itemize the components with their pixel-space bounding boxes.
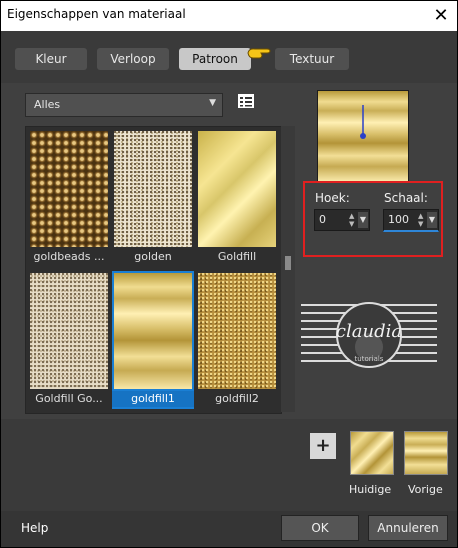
pattern-thumbnail <box>30 131 108 247</box>
dialog-window: Eigenschappen van materiaal ✕ Kleur Verl… <box>0 0 458 548</box>
chevron-down-icon: ▼ <box>209 98 216 108</box>
category-value: Alles <box>34 98 61 111</box>
angle-indicator-icon <box>360 105 366 139</box>
pattern-label: goldfill2 <box>215 392 259 405</box>
pattern-thumbnail <box>198 131 276 247</box>
scale-label: Schaal: <box>384 191 428 205</box>
pattern-item-goldfill2[interactable]: goldfill2 <box>196 271 278 409</box>
tab-kleur[interactable]: Kleur <box>15 48 87 70</box>
pattern-thumbnail <box>114 273 192 389</box>
pattern-label: goldfill1 <box>112 391 194 407</box>
pattern-label: Goldfill Go... <box>35 392 103 405</box>
pattern-item-goldfill1[interactable]: goldfill1 <box>112 271 194 409</box>
ok-button[interactable]: OK <box>281 515 359 541</box>
pattern-thumbnail <box>198 273 276 389</box>
scrollbar-thumb[interactable] <box>285 256 291 270</box>
pattern-thumbnail <box>114 131 192 247</box>
tab-bar: Kleur Verloop Patroon Textuur <box>1 31 457 83</box>
window-title: Eigenschappen van materiaal <box>7 7 186 21</box>
chevron-down-icon[interactable]: ▼ <box>358 212 368 228</box>
add-swatch-button[interactable]: + <box>310 433 336 459</box>
watermark-logo: claudia tutorials <box>301 301 437 371</box>
angle-input[interactable]: 0 ▲ ▼ ▼ <box>314 209 370 231</box>
close-icon[interactable]: ✕ <box>429 4 453 28</box>
tab-patroon[interactable]: Patroon <box>179 48 251 70</box>
pattern-label: Goldfill <box>217 250 257 263</box>
previous-swatch[interactable] <box>404 431 448 475</box>
angle-label: Hoek: <box>315 191 350 205</box>
pattern-item-goldfill-go[interactable]: Goldfill Go... <box>28 271 110 409</box>
category-dropdown[interactable]: Alles ▼ <box>25 93 223 117</box>
spinner-arrows-icon[interactable]: ▲ ▼ <box>418 212 423 228</box>
title-bar: Eigenschappen van materiaal ✕ <box>1 1 457 31</box>
pattern-preview[interactable] <box>317 90 409 182</box>
previous-swatch-label: Vorige <box>408 483 443 496</box>
pattern-grid: goldbeads ... golden Goldfill Goldfill G… <box>25 126 282 414</box>
watermark-subtext: tutorials <box>354 355 384 363</box>
pattern-item-goldbeads[interactable]: goldbeads ... <box>28 129 110 267</box>
current-swatch-fill <box>351 432 393 474</box>
pattern-scrollbar[interactable] <box>281 126 295 412</box>
current-swatch[interactable] <box>350 431 394 475</box>
pointing-hand-icon <box>247 45 271 64</box>
chevron-down-icon[interactable]: ▼ <box>427 212 437 228</box>
help-link[interactable]: Help <box>21 521 48 535</box>
pattern-label: goldbeads ... <box>33 250 105 263</box>
pattern-item-golden[interactable]: golden <box>112 129 194 267</box>
spinner-arrows-icon[interactable]: ▲ ▼ <box>349 212 354 228</box>
pattern-label: golden <box>134 250 172 263</box>
scale-input[interactable]: 100 ▲ ▼ ▼ <box>383 209 439 232</box>
tab-verloop[interactable]: Verloop <box>97 48 169 70</box>
watermark-text: claudia <box>335 321 403 342</box>
current-swatch-label: Huidige <box>349 483 392 496</box>
list-view-icon[interactable] <box>238 94 254 108</box>
pattern-thumbnail <box>30 273 108 389</box>
angle-value: 0 <box>319 213 326 226</box>
cancel-button[interactable]: Annuleren <box>368 515 448 541</box>
previous-swatch-fill <box>405 432 447 474</box>
tab-textuur[interactable]: Textuur <box>275 48 349 70</box>
pattern-item-goldfill[interactable]: Goldfill <box>196 129 278 267</box>
scale-value: 100 <box>388 213 409 226</box>
